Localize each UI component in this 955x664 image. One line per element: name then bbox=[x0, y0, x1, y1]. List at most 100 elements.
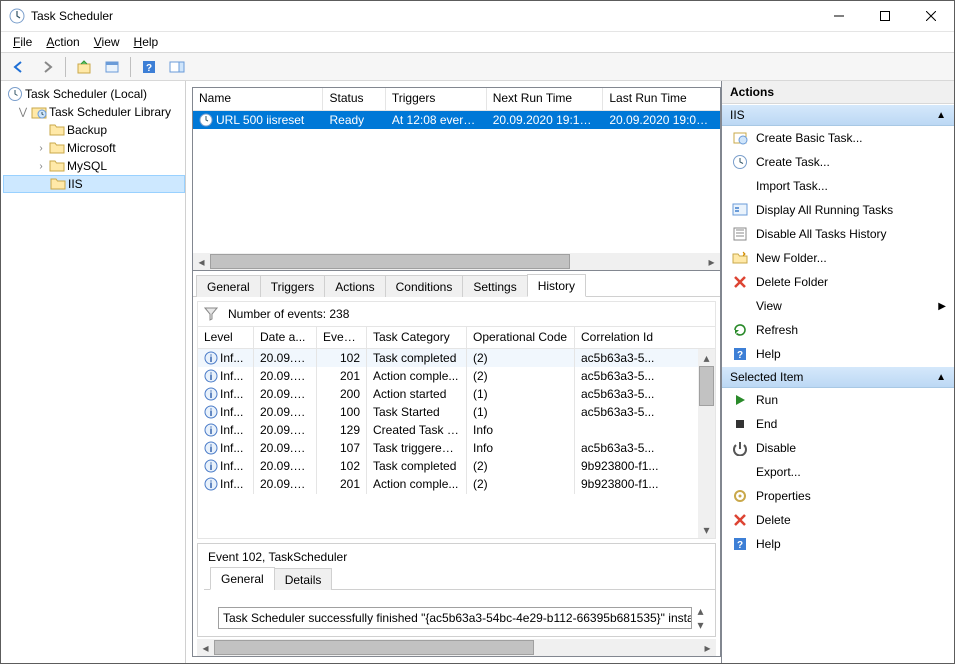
scroll-thumb[interactable] bbox=[699, 366, 714, 406]
collapse-icon[interactable]: ▲ bbox=[936, 372, 946, 383]
scroll-down-icon[interactable]: ▾ bbox=[697, 618, 703, 632]
funnel-icon[interactable] bbox=[204, 307, 218, 321]
help-button[interactable]: ? bbox=[137, 56, 161, 78]
task-list-body[interactable]: URL 500 iisresetReadyAt 12:08 every ...2… bbox=[193, 111, 720, 253]
col-date[interactable]: Date a... bbox=[254, 327, 317, 348]
properties-button[interactable] bbox=[100, 56, 124, 78]
close-button[interactable] bbox=[908, 1, 954, 31]
action-properties[interactable]: Properties bbox=[722, 484, 954, 508]
svg-text:i: i bbox=[210, 462, 213, 473]
actions-group-folder[interactable]: IIS ▲ bbox=[722, 104, 954, 126]
scroll-up-icon[interactable]: ▴ bbox=[698, 349, 715, 366]
action-end[interactable]: End bbox=[722, 412, 954, 436]
action-run[interactable]: Run bbox=[722, 388, 954, 412]
tree-library[interactable]: ⋁ Task Scheduler Library bbox=[3, 103, 185, 121]
action-refresh[interactable]: Refresh bbox=[722, 318, 954, 342]
action-display-all-running-tasks[interactable]: Display All Running Tasks bbox=[722, 198, 954, 222]
expander-icon[interactable]: › bbox=[35, 143, 47, 154]
col-opcode[interactable]: Operational Code bbox=[467, 327, 575, 348]
nav-tree[interactable]: Task Scheduler (Local) ⋁ Task Scheduler … bbox=[1, 81, 186, 663]
tab-history[interactable]: History bbox=[527, 274, 586, 297]
col-level[interactable]: Level bbox=[198, 327, 254, 348]
tab-triggers[interactable]: Triggers bbox=[260, 275, 326, 297]
center-pane: Name Status Triggers Next Run Time Last … bbox=[186, 81, 721, 663]
col-event-id[interactable]: Event... bbox=[317, 327, 367, 348]
window-title: Task Scheduler bbox=[31, 9, 816, 23]
event-list[interactable]: iInf...20.09.2...102Task completed(2)ac5… bbox=[197, 349, 716, 539]
action-new-folder[interactable]: New Folder... bbox=[722, 246, 954, 270]
action-help[interactable]: ?Help bbox=[722, 532, 954, 556]
menu-view[interactable]: View bbox=[88, 34, 126, 50]
event-tab-details[interactable]: Details bbox=[274, 568, 333, 590]
event-row[interactable]: iInf...20.09.2...107Task triggered ...In… bbox=[198, 439, 715, 457]
scroll-thumb[interactable] bbox=[210, 254, 570, 269]
event-row[interactable]: iInf...20.09.2...201Action comple...(2)a… bbox=[198, 367, 715, 385]
event-row[interactable]: iInf...20.09.2...102Task completed(2)9b9… bbox=[198, 457, 715, 475]
maximize-button[interactable] bbox=[862, 1, 908, 31]
task-last-run: 20.09.2020 19:08:57 bbox=[603, 111, 720, 130]
menu-file[interactable]: File bbox=[7, 34, 38, 50]
event-row[interactable]: iInf...20.09.2...201Action comple...(2)9… bbox=[198, 475, 715, 493]
col-correlation[interactable]: Correlation Id bbox=[575, 327, 683, 348]
col-name[interactable]: Name bbox=[193, 88, 323, 110]
expander-icon[interactable]: ⋁ bbox=[17, 107, 29, 118]
hscrollbar[interactable]: ◂ ▸ bbox=[197, 639, 716, 656]
col-triggers[interactable]: Triggers bbox=[386, 88, 487, 110]
scroll-left-icon[interactable]: ◂ bbox=[193, 253, 210, 270]
action-help[interactable]: ?Help bbox=[722, 342, 954, 366]
actions-title: Actions bbox=[722, 81, 954, 104]
tree-folder-iis[interactable]: IIS bbox=[3, 175, 185, 193]
forward-button[interactable] bbox=[35, 56, 59, 78]
menu-help[interactable]: Help bbox=[128, 34, 165, 50]
tab-actions[interactable]: Actions bbox=[324, 275, 385, 297]
event-row[interactable]: iInf...20.09.2...129Created Task P...Inf… bbox=[198, 421, 715, 439]
up-button[interactable] bbox=[72, 56, 96, 78]
scroll-left-icon[interactable]: ◂ bbox=[197, 639, 214, 656]
action-disable[interactable]: Disable bbox=[722, 436, 954, 460]
event-row[interactable]: iInf...20.09.2...100Task Started(1)ac5b6… bbox=[198, 403, 715, 421]
vscrollbar[interactable]: ▴ ▾ bbox=[698, 349, 715, 538]
event-message[interactable]: Task Scheduler successfully finished "{a… bbox=[218, 607, 692, 629]
tab-general[interactable]: General bbox=[196, 275, 261, 297]
menu-action[interactable]: Action bbox=[40, 34, 85, 50]
collapse-icon[interactable]: ▲ bbox=[936, 110, 946, 121]
back-button[interactable] bbox=[7, 56, 31, 78]
col-last-run[interactable]: Last Run Time bbox=[603, 88, 720, 110]
tree-folder-mysql[interactable]: ›MySQL bbox=[3, 157, 185, 175]
tree-folder-backup[interactable]: Backup bbox=[3, 121, 185, 139]
hscrollbar[interactable]: ◂ ▸ bbox=[193, 253, 720, 270]
scroll-down-icon[interactable]: ▾ bbox=[698, 521, 715, 538]
scroll-right-icon[interactable]: ▸ bbox=[703, 253, 720, 270]
col-next-run[interactable]: Next Run Time bbox=[487, 88, 604, 110]
action-import-task[interactable]: Import Task... bbox=[722, 174, 954, 198]
task-list[interactable]: Name Status Triggers Next Run Time Last … bbox=[193, 88, 720, 270]
action-delete[interactable]: Delete bbox=[722, 508, 954, 532]
folder-icon bbox=[49, 122, 65, 138]
show-hide-pane-button[interactable] bbox=[165, 56, 189, 78]
actions-group-selected[interactable]: Selected Item ▲ bbox=[722, 366, 954, 388]
task-row[interactable]: URL 500 iisresetReadyAt 12:08 every ...2… bbox=[193, 111, 720, 129]
action-create-basic-task[interactable]: Create Basic Task... bbox=[722, 126, 954, 150]
col-status[interactable]: Status bbox=[323, 88, 385, 110]
action-delete-folder[interactable]: Delete Folder bbox=[722, 270, 954, 294]
expander-icon[interactable]: › bbox=[35, 161, 47, 172]
scroll-thumb[interactable] bbox=[214, 640, 534, 655]
tree-folder-microsoft[interactable]: ›Microsoft bbox=[3, 139, 185, 157]
toolbar: ? bbox=[1, 52, 954, 81]
tab-conditions[interactable]: Conditions bbox=[385, 275, 464, 297]
tab-settings[interactable]: Settings bbox=[462, 275, 527, 297]
action-disable-all-tasks-history[interactable]: Disable All Tasks History bbox=[722, 222, 954, 246]
scroll-right-icon[interactable]: ▸ bbox=[699, 639, 716, 656]
action-export[interactable]: Export... bbox=[722, 460, 954, 484]
action-create-task[interactable]: Create Task... bbox=[722, 150, 954, 174]
col-category[interactable]: Task Category bbox=[367, 327, 467, 348]
tree-root[interactable]: Task Scheduler (Local) bbox=[3, 85, 185, 103]
action-view[interactable]: View▶ bbox=[722, 294, 954, 318]
scroll-up-icon[interactable]: ▴ bbox=[697, 604, 703, 618]
action-icon bbox=[732, 512, 748, 528]
minimize-button[interactable] bbox=[816, 1, 862, 31]
event-row[interactable]: iInf...20.09.2...200Action started(1)ac5… bbox=[198, 385, 715, 403]
event-row[interactable]: iInf...20.09.2...102Task completed(2)ac5… bbox=[198, 349, 715, 367]
event-tab-general[interactable]: General bbox=[210, 567, 275, 590]
action-label: Delete Folder bbox=[756, 275, 946, 289]
